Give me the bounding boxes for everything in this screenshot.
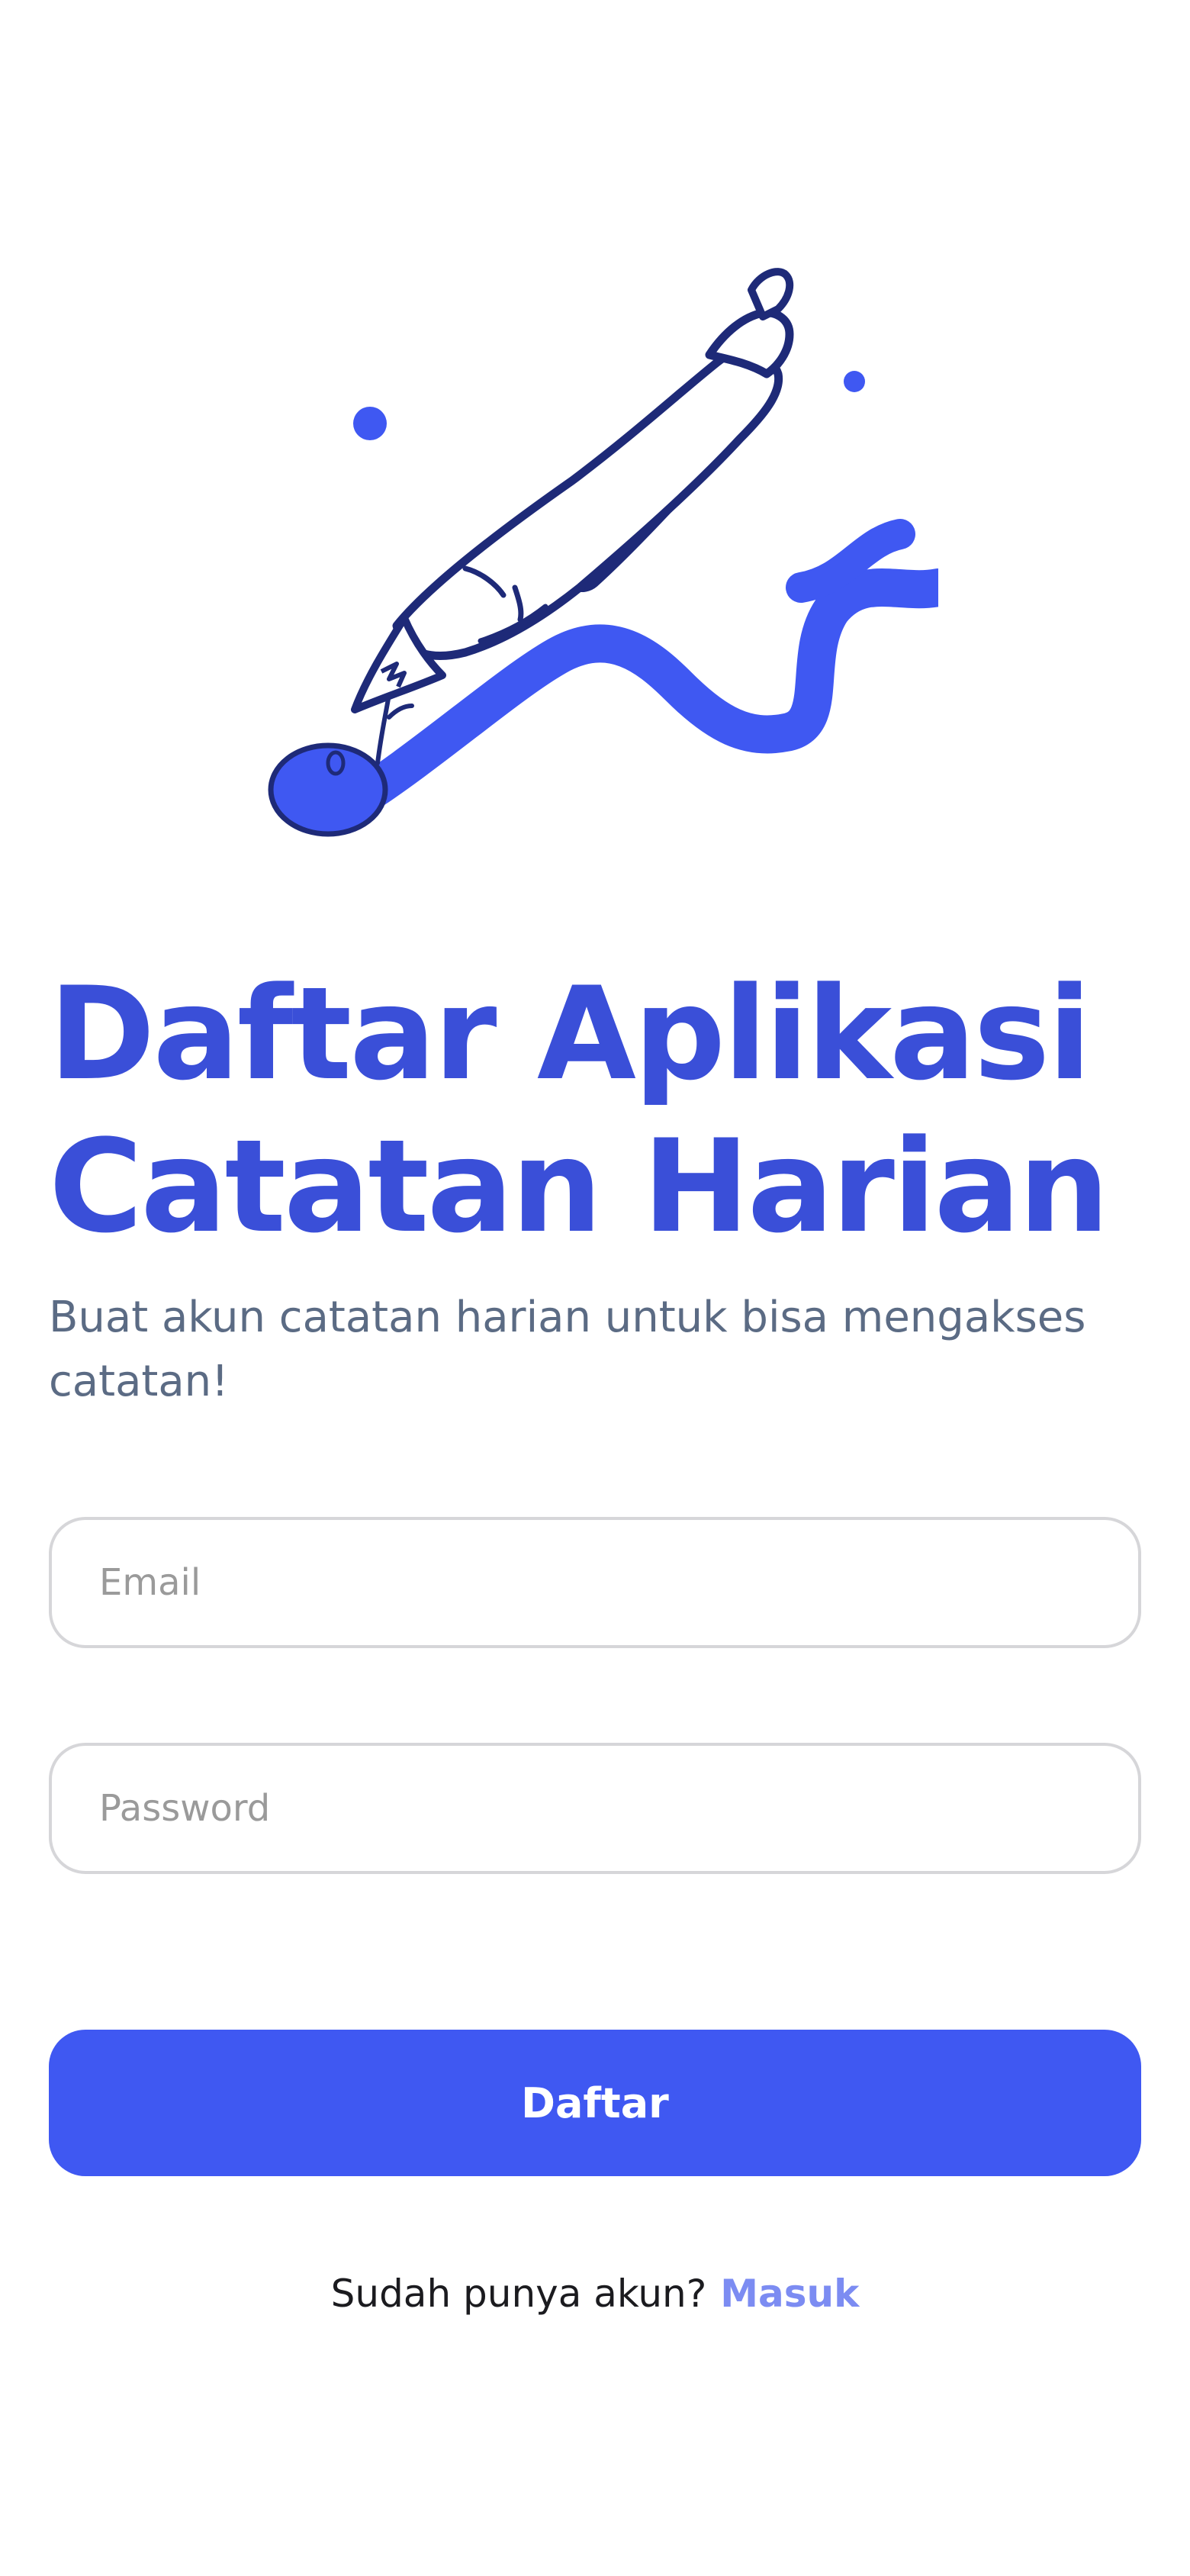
page-subtitle: Buat akun catatan harian untuk bisa meng… [49, 1293, 1086, 1406]
page-title-line1: Daftar Aplikasi [49, 959, 1092, 1109]
pen-cap-top [748, 268, 794, 320]
register-screen: Daftar Aplikasi Catatan Harian Buat akun… [0, 0, 1190, 2576]
password-field[interactable] [98, 1786, 1092, 1831]
password-field-container[interactable] [49, 1743, 1141, 1874]
login-link[interactable]: Masuk [720, 2272, 859, 2316]
page-title-line2: Catatan Harian [49, 1112, 1109, 1261]
decor-dot-right [844, 371, 865, 392]
pen-body [392, 347, 783, 660]
login-prompt: Sudah punya akun? Masuk [0, 2263, 1190, 2324]
email-field[interactable] [98, 1560, 1092, 1605]
decor-dot-left [353, 407, 387, 440]
email-field-container[interactable] [49, 1517, 1141, 1648]
pen-illustration-icon [268, 268, 938, 837]
login-prompt-text: Sudah punya akun? [330, 2272, 707, 2316]
page-title: Daftar Aplikasi Catatan Harian [49, 958, 1132, 1263]
register-button[interactable]: Daftar [49, 2030, 1141, 2176]
